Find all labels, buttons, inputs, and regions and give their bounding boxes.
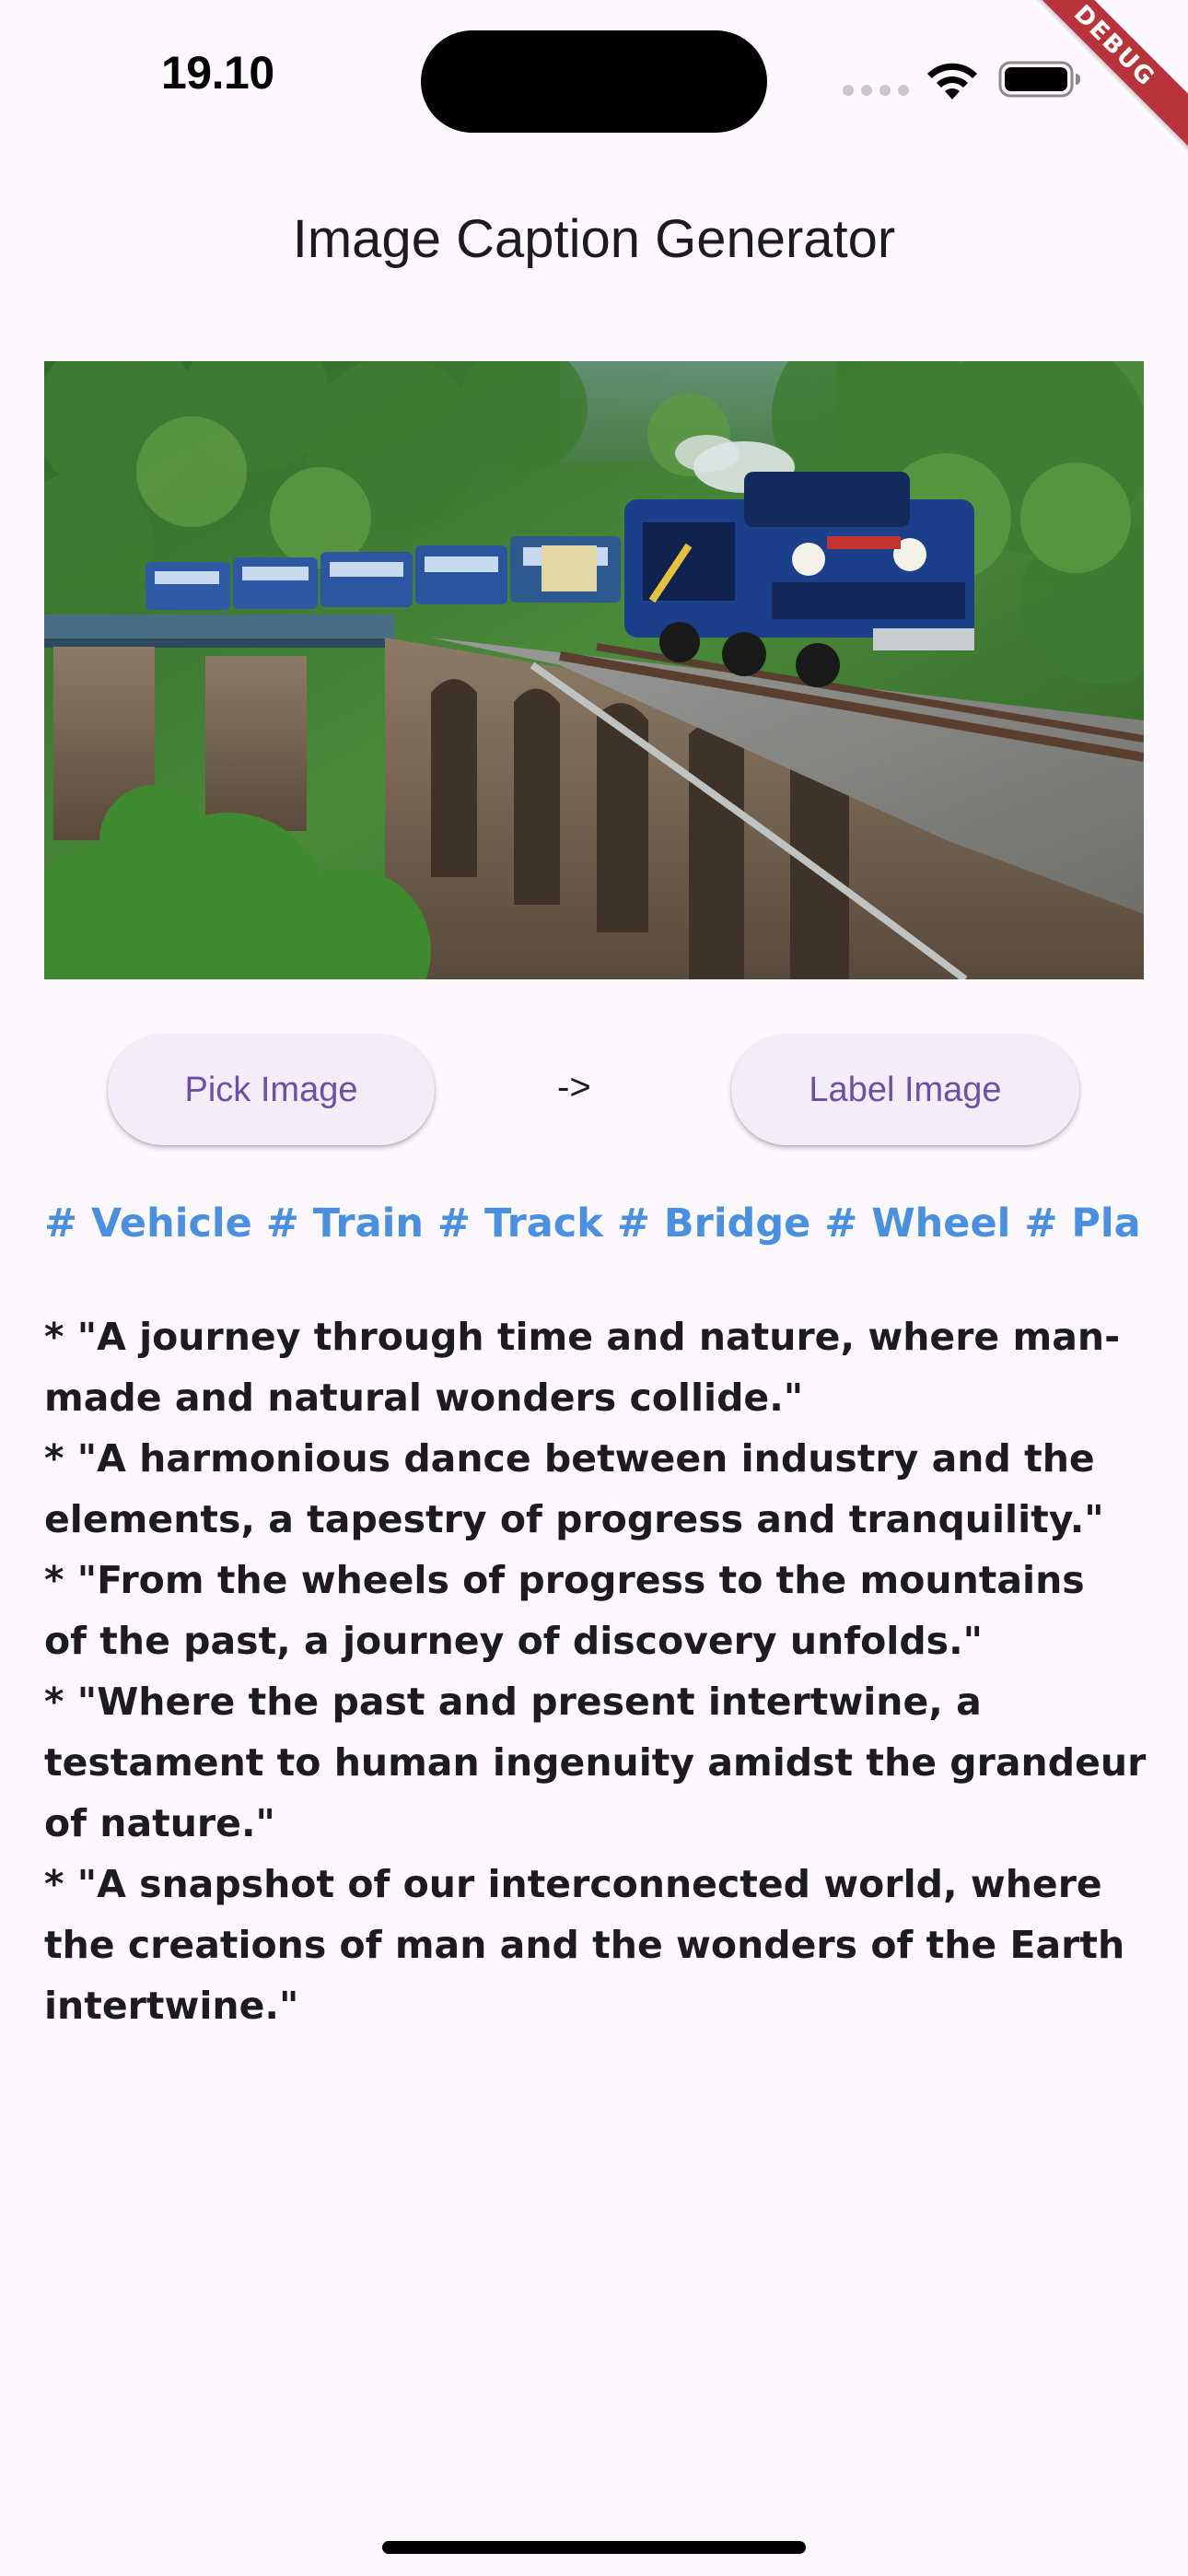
caption-line: * "From the wheels of progress to the mo… xyxy=(44,1558,1085,1602)
pick-image-button[interactable]: Pick Image xyxy=(108,1035,435,1145)
picked-image xyxy=(44,361,1144,979)
caption-line: elements, a tapestry of progress and tra… xyxy=(44,1497,1104,1541)
caption-line: * "A snapshot of our interconnected worl… xyxy=(44,1862,1102,1906)
caption-line: made and natural wonders collide." xyxy=(44,1376,804,1420)
image-labels: # Vehicle # Train # Track # Bridge # Whe… xyxy=(44,1200,1144,1247)
page-title: Image Caption Generator xyxy=(292,209,896,269)
caption-line: of nature." xyxy=(44,1801,275,1845)
caption-line: * "A journey through time and nature, wh… xyxy=(44,1315,1121,1359)
home-indicator[interactable] xyxy=(382,2541,806,2554)
app-screen: 19.10 DEBUG Image Caption Generator Pick… xyxy=(0,0,1188,2576)
caption-line: * "Where the past and present intertwine… xyxy=(44,1680,982,1724)
caption-line: testament to human ingenuity amidst the … xyxy=(44,1740,1147,1785)
cellular-signal-icon xyxy=(843,85,909,96)
wifi-icon xyxy=(927,63,977,100)
battery-icon xyxy=(998,61,1080,98)
caption-line: intertwine." xyxy=(44,1984,299,2028)
caption-line: of the past, a journey of discovery unfo… xyxy=(44,1619,984,1663)
dynamic-island xyxy=(421,30,767,133)
generated-captions: * "A journey through time and nature, wh… xyxy=(44,1306,1149,2036)
caption-line: the creations of man and the wonders of … xyxy=(44,1923,1125,1967)
status-time: 19.10 xyxy=(161,47,274,99)
caption-line: * "A harmonious dance between industry a… xyxy=(44,1436,1095,1481)
label-image-button[interactable]: Label Image xyxy=(731,1035,1079,1145)
arrow-separator: -> xyxy=(557,1067,591,1107)
